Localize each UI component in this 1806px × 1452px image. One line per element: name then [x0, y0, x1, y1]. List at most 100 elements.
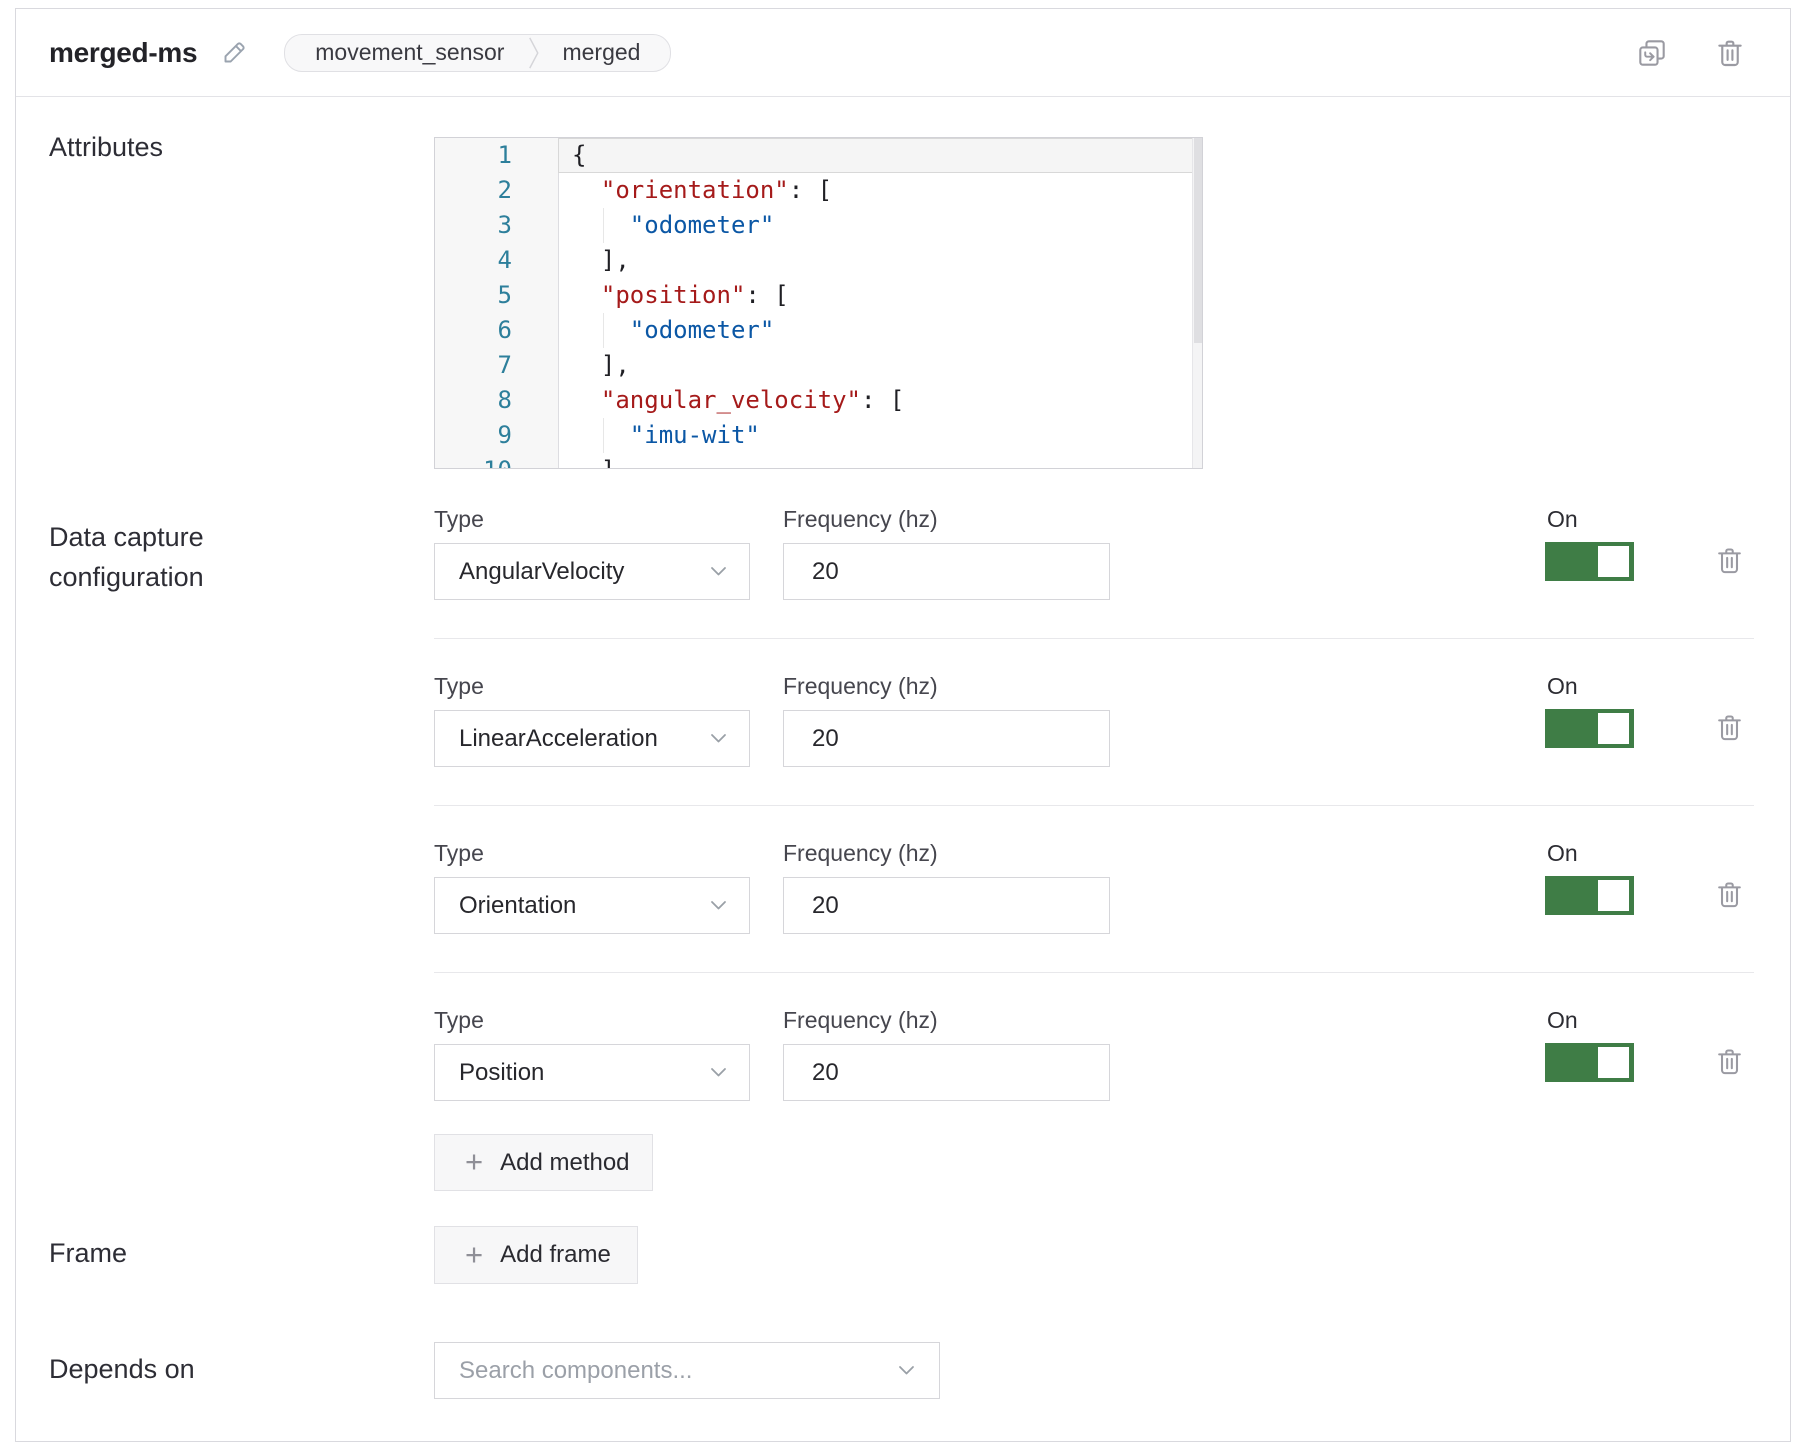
frequency-input[interactable]: [783, 543, 1110, 600]
delete-component-button[interactable]: [1714, 37, 1746, 69]
component-config-card: merged-ms movement_sensor merged Attribu…: [15, 8, 1791, 1442]
frame-label: Frame: [49, 1233, 127, 1273]
code-line: 9 "imu-wit": [435, 418, 1193, 453]
toggle-knob: [1598, 713, 1629, 744]
on-label: On: [1547, 839, 1578, 867]
plus-icon: +: [465, 1146, 483, 1177]
trash-icon: [1714, 879, 1745, 910]
type-select-value: Orientation: [459, 892, 710, 920]
line-content: ],: [558, 348, 1193, 383]
capture-on-toggle[interactable]: [1545, 876, 1634, 915]
add-method-label: Add method: [500, 1149, 629, 1177]
on-label: On: [1547, 672, 1578, 700]
type-select[interactable]: AngularVelocity: [434, 543, 750, 600]
code-line: 4 ],: [435, 243, 1193, 278]
toggle-knob: [1598, 546, 1629, 577]
line-number: 1: [435, 138, 558, 173]
edit-name-button[interactable]: [221, 39, 248, 66]
row-delete-button[interactable]: [1714, 879, 1745, 910]
chevron-down-icon: [710, 733, 727, 744]
pencil-icon: [221, 39, 248, 66]
line-content: ]: [558, 453, 1193, 469]
line-content: "angular_velocity": [: [558, 383, 1193, 418]
line-number: 4: [435, 243, 558, 278]
code-line: 10 ]: [435, 453, 1193, 469]
line-number: 5: [435, 278, 558, 313]
header-actions: [1636, 37, 1746, 69]
chevron-down-icon: [710, 566, 727, 577]
data-capture-label: Data capture configuration: [49, 517, 309, 597]
capture-on-toggle[interactable]: [1545, 1043, 1634, 1082]
trash-icon: [1714, 545, 1745, 576]
line-content: "orientation": [: [558, 173, 1193, 208]
depends-on-placeholder: Search components...: [459, 1357, 898, 1385]
line-number: 3: [435, 208, 558, 243]
code-line: 1 {: [435, 138, 1193, 173]
frequency-label: Frequency (hz): [783, 839, 938, 867]
code-line: 8 "angular_velocity": [: [435, 383, 1193, 418]
line-number: 10: [435, 453, 558, 469]
duplicate-icon: [1636, 37, 1668, 69]
frequency-input[interactable]: [783, 710, 1110, 767]
line-number: 6: [435, 313, 558, 348]
frequency-label: Frequency (hz): [783, 1006, 938, 1034]
attributes-label: Attributes: [49, 127, 163, 167]
line-content: "imu-wit": [558, 418, 1193, 453]
code-line: 2 "orientation": [: [435, 173, 1193, 208]
trash-icon: [1714, 37, 1746, 69]
trash-icon: [1714, 1046, 1745, 1077]
capture-row: Type Frequency (hz) On AngularVelocity: [434, 505, 1754, 672]
breadcrumb: movement_sensor merged: [284, 34, 671, 72]
type-select-value: Position: [459, 1059, 710, 1087]
row-delete-button[interactable]: [1714, 712, 1745, 743]
data-capture-rows: Type Frequency (hz) On AngularVelocity T…: [434, 505, 1754, 1173]
type-select-value: AngularVelocity: [459, 558, 710, 586]
depends-on-label: Depends on: [49, 1349, 195, 1389]
line-number: 7: [435, 348, 558, 383]
capture-row: Type Frequency (hz) On Orientation: [434, 839, 1754, 1006]
capture-row: Type Frequency (hz) On LinearAcceleratio…: [434, 672, 1754, 839]
attributes-code-editor[interactable]: 1 { 2 "orientation": [ 3 "odometer" 4 ],…: [434, 137, 1203, 469]
depends-on-select[interactable]: Search components...: [434, 1342, 940, 1399]
editor-scrollbar[interactable]: [1192, 138, 1202, 468]
chevron-down-icon: [710, 900, 727, 911]
breadcrumb-model: merged: [540, 39, 670, 66]
code-line: 3 "odometer": [435, 208, 1193, 243]
line-number: 2: [435, 173, 558, 208]
trash-icon: [1714, 712, 1745, 743]
code-line: 5 "position": [: [435, 278, 1193, 313]
card-header: merged-ms movement_sensor merged: [16, 9, 1790, 97]
frequency-label: Frequency (hz): [783, 505, 938, 533]
add-method-button[interactable]: + Add method: [434, 1134, 653, 1191]
duplicate-button[interactable]: [1636, 37, 1668, 69]
chevron-down-icon: [898, 1365, 915, 1376]
editor-code-lines: 1 { 2 "orientation": [ 3 "odometer" 4 ],…: [435, 138, 1193, 469]
component-name: merged-ms: [49, 37, 197, 69]
line-content: "odometer": [558, 313, 1193, 348]
editor-scrollbar-thumb[interactable]: [1194, 138, 1202, 343]
line-content: "odometer": [558, 208, 1193, 243]
on-label: On: [1547, 1006, 1578, 1034]
card-body: Attributes 1 { 2 "orientation": [ 3 "odo…: [16, 97, 1790, 1441]
type-label: Type: [434, 505, 484, 533]
type-label: Type: [434, 672, 484, 700]
on-label: On: [1547, 505, 1578, 533]
type-select[interactable]: LinearAcceleration: [434, 710, 750, 767]
line-content: "position": [: [558, 278, 1193, 313]
frequency-input[interactable]: [783, 1044, 1110, 1101]
add-frame-button[interactable]: + Add frame: [434, 1226, 638, 1284]
row-delete-button[interactable]: [1714, 545, 1745, 576]
capture-on-toggle[interactable]: [1545, 542, 1634, 581]
frequency-input[interactable]: [783, 877, 1110, 934]
chevron-down-icon: [710, 1067, 727, 1078]
frequency-label: Frequency (hz): [783, 672, 938, 700]
toggle-knob: [1598, 880, 1629, 911]
chevron-right-icon: [528, 36, 540, 70]
capture-on-toggle[interactable]: [1545, 709, 1634, 748]
type-select[interactable]: Position: [434, 1044, 750, 1101]
toggle-knob: [1598, 1047, 1629, 1078]
line-number: 8: [435, 383, 558, 418]
row-delete-button[interactable]: [1714, 1046, 1745, 1077]
type-select[interactable]: Orientation: [434, 877, 750, 934]
type-label: Type: [434, 839, 484, 867]
